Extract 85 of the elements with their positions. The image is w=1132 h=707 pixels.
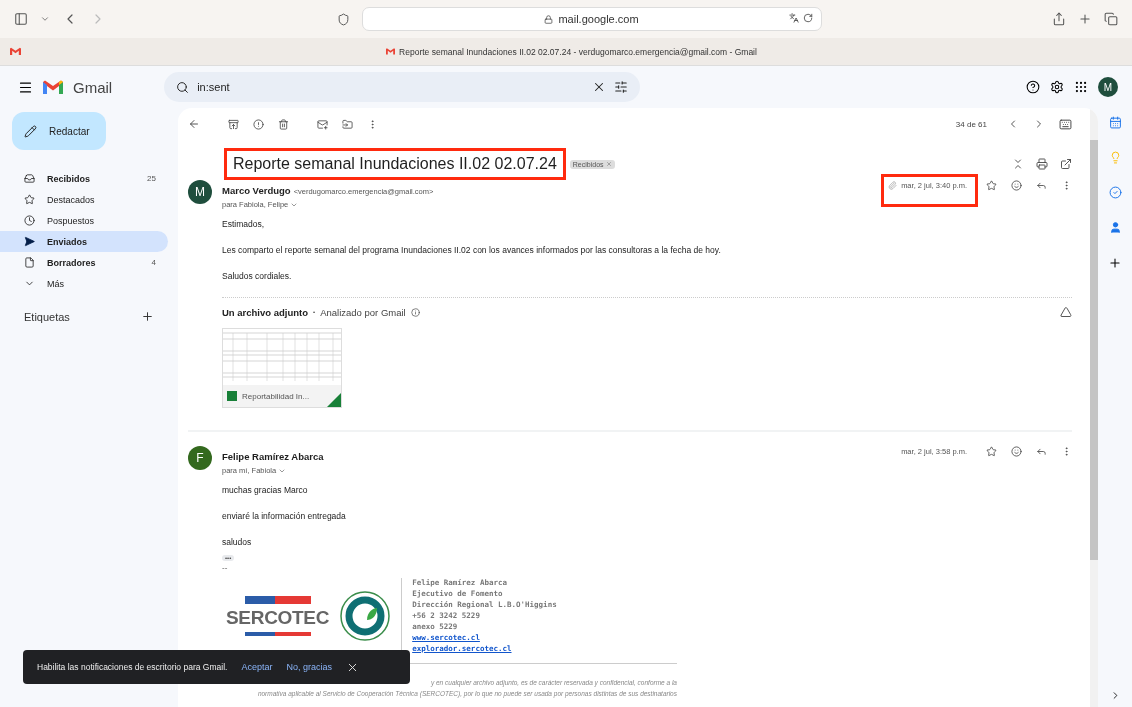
flag-stripes-icon <box>244 595 311 604</box>
thread-position: 34 de 61 <box>955 119 987 129</box>
flag-stripes-icon <box>244 631 311 636</box>
compose-button[interactable]: Redactar <box>12 112 106 150</box>
message-paragraph: muchas gracias Marco <box>222 485 309 495</box>
sender-avatar: M <box>188 180 212 204</box>
translate-icon[interactable] <box>788 13 799 23</box>
reply-icon[interactable] <box>1036 180 1047 191</box>
scrollbar-thumb[interactable] <box>1090 140 1098 560</box>
sidebar-item[interactable]: Destacados <box>0 189 168 210</box>
message-paragraph: saludos <box>222 537 253 547</box>
star-icon <box>24 194 35 205</box>
toast-message: Habilita las notificaciones de escritorio para Gmail. <box>37 662 228 672</box>
contacts-icon[interactable] <box>1108 221 1122 234</box>
sender-name: Felipe Ramírez Abarca <box>222 451 324 462</box>
calendar-icon[interactable] <box>1108 116 1122 129</box>
info-icon <box>410 307 420 317</box>
trash-icon[interactable] <box>278 118 289 130</box>
shield-icon[interactable] <box>336 12 350 26</box>
attachment-card[interactable]: Reportabilidad In... <box>222 328 342 408</box>
print-icon[interactable] <box>1036 158 1048 170</box>
add-addon-icon[interactable] <box>1108 256 1122 270</box>
add-label-icon[interactable] <box>141 310 154 323</box>
send-icon <box>24 236 35 247</box>
menu-icon[interactable] <box>18 79 33 95</box>
sender-name: Marco Verdugo <box>222 185 291 196</box>
gmail-favicon-icon[interactable] <box>10 47 21 56</box>
gmail-logo-icon <box>43 79 63 95</box>
address-bar[interactable]: mail.google.com <box>361 7 822 31</box>
star-icon[interactable] <box>986 180 997 191</box>
inbox-icon <box>24 173 35 184</box>
pencil-icon <box>24 124 37 138</box>
tabs-icon[interactable] <box>1104 12 1118 26</box>
new-tab-icon[interactable] <box>1078 12 1092 26</box>
reply-icon[interactable] <box>1036 446 1047 457</box>
search-icon <box>176 80 190 94</box>
tasks-icon[interactable] <box>1108 186 1122 199</box>
spam-icon[interactable] <box>253 118 264 130</box>
attachment-heading: Un archivo adjunto <box>222 306 309 318</box>
message-paragraph: Saludos cordiales. <box>222 271 293 281</box>
filter-icon[interactable] <box>614 80 629 94</box>
corner-fold-icon <box>327 393 341 407</box>
message-paragraph: Les comparto el reporte semanal del programa Inundaciones II.02 con los avances informados por las consultoras a la fecha de hoy. <box>222 245 722 255</box>
lock-icon <box>544 14 554 24</box>
chevron-down-icon[interactable] <box>40 14 50 24</box>
labels-heading: Etiquetas <box>24 310 70 323</box>
emoji-icon[interactable] <box>1011 446 1022 457</box>
sidebar-item[interactable]: Recibidos 25 <box>0 168 168 189</box>
logo-text: SERCOTEC <box>226 606 330 629</box>
apps-icon[interactable] <box>1074 80 1088 94</box>
leaf-logo-drawing <box>339 589 392 642</box>
sidebar-item[interactable]: Pospuestos <box>0 210 168 231</box>
search-field[interactable]: in:sent <box>164 72 641 102</box>
collapse-icon[interactable] <box>1012 158 1024 170</box>
mark-unread-icon[interactable] <box>317 118 328 130</box>
keyboard-icon[interactable] <box>1059 117 1072 131</box>
gmail-logo-icon <box>386 48 396 55</box>
scan-note: Analizado por Gmail <box>320 306 406 318</box>
help-icon[interactable] <box>1026 80 1040 94</box>
message-paragraph: enviaré la información entregada <box>222 511 347 521</box>
account-avatar[interactable]: M <box>1098 77 1118 97</box>
emoji-icon[interactable] <box>1011 180 1022 191</box>
back-arrow-icon[interactable] <box>188 118 200 130</box>
sidebar-icon[interactable] <box>14 12 28 26</box>
sidebar-item[interactable]: Más <box>0 273 168 294</box>
sender-avatar: F <box>188 446 212 470</box>
reload-icon[interactable] <box>802 13 813 23</box>
message-paragraph: Estimados, <box>222 219 266 229</box>
accept-button[interactable]: Aceptar <box>241 662 273 672</box>
file-icon <box>24 257 35 268</box>
settings-icon[interactable] <box>1050 80 1064 94</box>
decline-button[interactable]: No, gracias <box>286 662 332 672</box>
clock-icon <box>24 215 35 226</box>
archive-icon[interactable] <box>228 118 239 130</box>
star-icon[interactable] <box>986 446 997 457</box>
signature-separator: -- <box>222 563 229 572</box>
new-window-icon[interactable] <box>1060 158 1072 170</box>
email-subject: Reporte semanal Inundaciones II.02 02.07.24 <box>224 148 566 180</box>
share-icon[interactable] <box>1052 12 1066 26</box>
paperclip-icon <box>888 181 898 190</box>
move-icon[interactable] <box>342 118 353 130</box>
app-name: Gmail <box>73 78 113 96</box>
sidebar-item[interactable]: Borradores 4 <box>0 252 168 273</box>
sidebar-item[interactable]: Enviados <box>0 231 168 252</box>
file-name: Reportabilidad In... <box>242 391 310 401</box>
